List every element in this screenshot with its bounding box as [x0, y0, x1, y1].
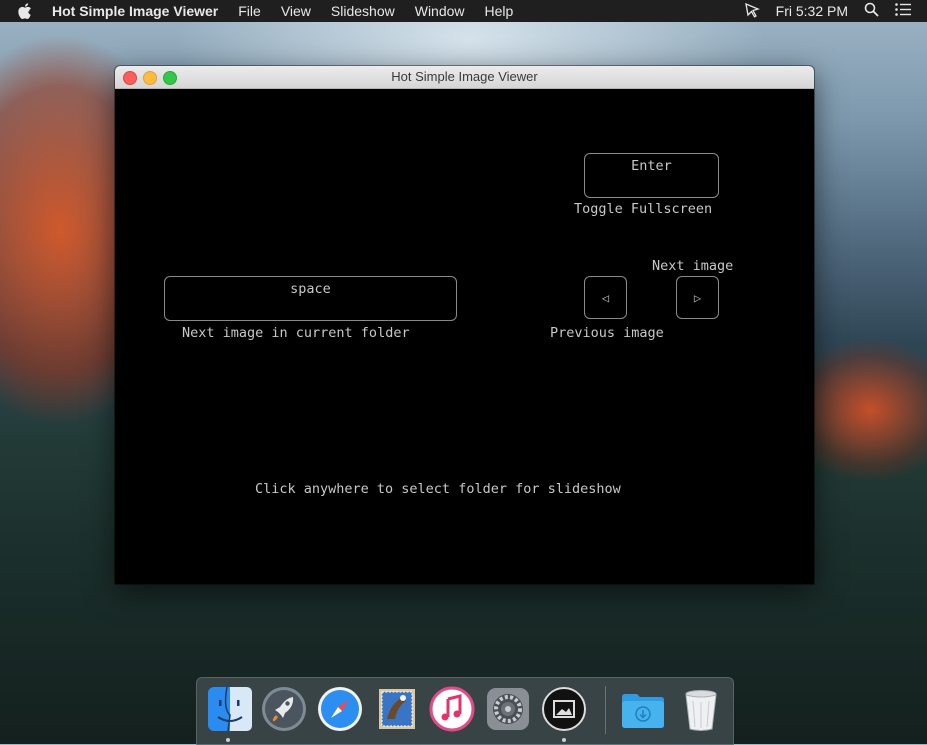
- slideshow-canvas[interactable]: Enter Toggle Fullscreen space Next image…: [115, 89, 814, 584]
- launchpad-icon[interactable]: [260, 685, 308, 733]
- menu-window[interactable]: Window: [415, 3, 465, 19]
- search-icon[interactable]: [864, 2, 879, 20]
- finder-running-indicator: [226, 738, 230, 742]
- title-bar[interactable]: Hot Simple Image Viewer: [115, 66, 814, 89]
- menu-help[interactable]: Help: [485, 3, 514, 19]
- menu-app-name[interactable]: Hot Simple Image Viewer: [52, 3, 218, 19]
- left-arrow-icon: ◁: [601, 290, 610, 305]
- next-in-folder-caption: Next image in current folder: [182, 325, 410, 341]
- menu-slideshow[interactable]: Slideshow: [331, 3, 395, 19]
- image-viewer-running-indicator: [562, 738, 566, 742]
- finder-icon[interactable]: [206, 685, 254, 733]
- toggle-fullscreen-caption: Toggle Fullscreen: [574, 201, 713, 217]
- window-title: Hot Simple Image Viewer: [391, 69, 538, 84]
- list-icon[interactable]: [895, 3, 911, 19]
- downloads-folder-icon[interactable]: [619, 685, 667, 733]
- menu-view[interactable]: View: [281, 3, 311, 19]
- itunes-icon[interactable]: [428, 685, 476, 733]
- dock-separator: [605, 686, 606, 734]
- mail-icon[interactable]: [373, 685, 421, 733]
- enter-key-label: Enter: [631, 158, 672, 174]
- status-area: Fri 5:32 PM: [744, 0, 927, 22]
- apple-icon[interactable]: [18, 3, 34, 19]
- safari-icon[interactable]: [316, 685, 364, 733]
- clock[interactable]: Fri 5:32 PM: [776, 3, 848, 19]
- app-window: Hot Simple Image Viewer Enter Toggle Ful…: [115, 66, 814, 584]
- previous-image-caption: Previous image: [550, 325, 664, 341]
- next-image-caption: Next image: [652, 258, 734, 274]
- image-viewer-icon[interactable]: [540, 685, 588, 733]
- enter-key: Enter: [584, 153, 719, 198]
- left-arrow-key: ◁: [584, 276, 627, 319]
- menu-file[interactable]: File: [238, 3, 261, 19]
- dock: [196, 677, 734, 745]
- select-folder-hint: Click anywhere to select folder for slid…: [255, 481, 621, 497]
- space-key-label: space: [290, 281, 331, 297]
- right-arrow-key: ▷: [676, 276, 719, 319]
- system-preferences-icon[interactable]: [484, 685, 532, 733]
- space-key: space: [164, 276, 457, 321]
- trash-icon[interactable]: [677, 685, 725, 733]
- cursor-flag-icon[interactable]: [744, 2, 760, 21]
- right-arrow-icon: ▷: [693, 290, 702, 305]
- menu-bar: Hot Simple Image Viewer File View Slides…: [0, 0, 927, 22]
